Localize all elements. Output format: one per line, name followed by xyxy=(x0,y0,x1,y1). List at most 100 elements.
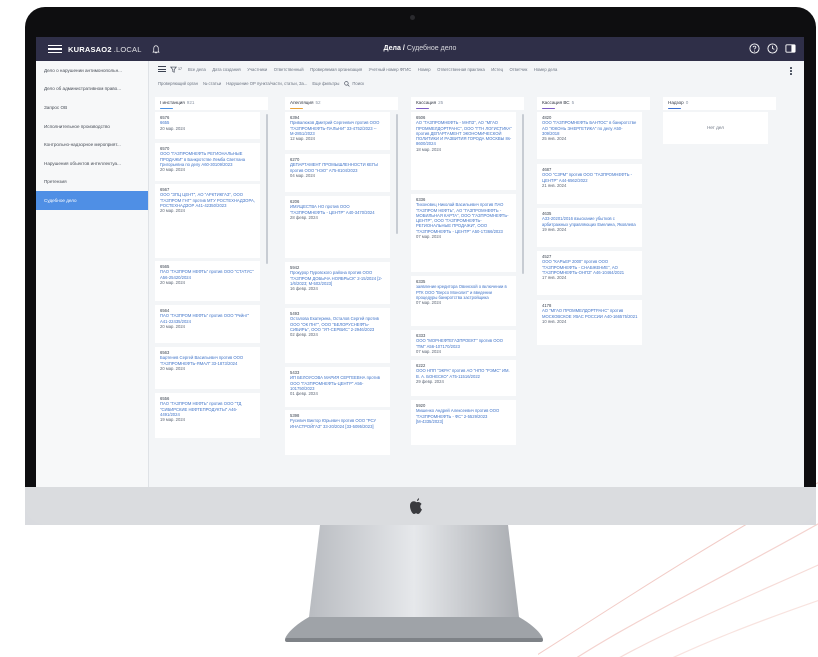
kanban-board: I инстанция 921 6576 6655 20 мар. 2024 6570 ОО… xyxy=(155,97,804,487)
filter-count: 17 xyxy=(178,67,182,71)
sidebar-item[interactable]: Дело о нарушении антимонопольн... xyxy=(36,61,148,80)
sidebar-item[interactable]: Нарушения объектов интеллектуа... xyxy=(36,154,148,173)
case-date: 07 мар. 2024 xyxy=(416,348,442,354)
breadcrumb-parent[interactable]: Дела xyxy=(384,45,401,52)
case-date: 20 мар. 2024 xyxy=(160,167,186,173)
panel-toggle-icon[interactable] xyxy=(785,43,796,54)
card-list: 6506 АО "ГАЗПРОМНЕФТЬ - МНПЗ", АО "МГАО П… xyxy=(411,112,524,487)
case-card[interactable]: 5920 Мишенко Андрей Алексеевич против ООО… xyxy=(411,400,516,445)
hamburger-menu-icon[interactable] xyxy=(48,44,62,54)
case-card[interactable]: 4687 ООО "СЗРМ" против ООО "ГАЗПРОМНЕФТЬ … xyxy=(537,164,642,204)
case-card[interactable]: 4178 АО "МГАО ПРОММЕЛДОРТРАНС" против МОС… xyxy=(537,300,642,345)
case-card[interactable]: 6335 заявление кредитора Овинской о включ… xyxy=(411,276,516,326)
case-card[interactable]: 6567 ООО "ЗПЦ ЦЕНТ", АО "АРКТИКГАЗ", ООО … xyxy=(155,184,260,258)
column-title: Кассация ВС xyxy=(542,100,570,105)
sidebar-item[interactable]: Претензия xyxy=(36,173,148,192)
case-card[interactable]: 4527 ООО "КАРЬЕР 2000" против ООО "ГАЗПРО… xyxy=(537,251,642,295)
case-title-link[interactable]: Тихоновец Николай Васильевич против ПАО … xyxy=(416,202,512,234)
filter-link[interactable]: № статьи xyxy=(203,81,221,86)
case-card[interactable]: 6556 ПАО "ГАЗПРОМ НЕФТЬ" против ООО "ТД "… xyxy=(155,393,260,438)
list-view-icon[interactable] xyxy=(158,66,166,72)
case-card[interactable]: 6270 ДЕПАРТАМЕНТ ПРОМЫШЛЕННОСТИ КЕГЫ прот… xyxy=(285,154,390,192)
column-scrollbar[interactable] xyxy=(395,114,398,234)
toolbar-column-link[interactable]: Учетный номер ФГИС xyxy=(369,67,412,72)
case-card[interactable]: 5398 Русевич Виктор Юрьевич против ООО "Р… xyxy=(285,410,390,455)
case-card[interactable]: 5433 ИП БЕЛОУСОВА МАРИЯ СЕРГЕЕВНА против … xyxy=(285,367,390,407)
case-title-link[interactable]: ПАО "ГАЗПРОМ НЕФТЬ" против ООО "СТАТУС" … xyxy=(160,269,256,280)
board-column: Надзор 0 Нет дел xyxy=(663,97,776,487)
case-title-link[interactable]: АО "МГАО ПРОММЕЛДОРТРАНС" против МОСКОВС… xyxy=(542,308,638,319)
case-card[interactable]: 6564 ПАО "ГАЗПРОМ НЕФТЬ" против ООО "Рейн… xyxy=(155,305,260,343)
case-card[interactable]: 5942 Прокурор Пуровского района против ОО… xyxy=(285,262,390,304)
search-button[interactable]: Поиск xyxy=(352,81,364,86)
case-date: 20 мар. 2024 xyxy=(160,323,186,329)
toolbar-column-link[interactable]: Истец xyxy=(491,67,503,72)
case-title-link[interactable]: ООО "МОРНЕФТЕГАЗПРОЕКТ" против ООО "ПМ" … xyxy=(416,338,512,349)
case-title-link[interactable]: ООО "ЗПЦ ЦЕНТ", АО "АРКТИКГАЗ", ООО "ГАЗ… xyxy=(160,192,256,208)
case-card[interactable]: 6333 ООО "МОРНЕФТЕГАЗПРОЕКТ" против ООО "… xyxy=(411,330,516,356)
case-title-link[interactable]: А33-20201/2016 взыскание убытков с арбит… xyxy=(542,216,638,227)
sidebar-item[interactable]: Контрольно-надзорное мероприят... xyxy=(36,135,148,154)
toolbar-column-link[interactable]: Участники xyxy=(247,67,267,72)
case-title-link[interactable]: ООО "СЗРМ" против ООО "ГАЗПРОМНЕФТЬ - ЦЕ… xyxy=(542,172,638,183)
column-header: Надзор 0 xyxy=(663,97,776,110)
case-card[interactable]: 4820 ООО "ГАЗПРОМНЕФТЬ БАНТОС" в банкротс… xyxy=(537,112,642,159)
column-scrollbar[interactable] xyxy=(521,114,524,274)
sidebar-item[interactable]: Запрос ОВ xyxy=(36,98,148,117)
search-icon[interactable] xyxy=(344,80,351,87)
case-title-link[interactable]: Бартенев Сергей Васильевич против ООО "Г… xyxy=(160,355,256,366)
case-title-link[interactable]: заявление кредитора Овинской о включении… xyxy=(416,284,512,300)
case-card[interactable]: 6506 АО "ГАЗПРОМНЕФТЬ - МНПЗ", АО "МГАО П… xyxy=(411,112,516,190)
filter-link[interactable]: Проверяющий орган xyxy=(158,81,198,86)
case-card[interactable]: 6565 ПАО "ГАЗПРОМ НЕФТЬ" против ООО "СТАТ… xyxy=(155,261,260,301)
toolbar-column-link[interactable]: Номер xyxy=(418,67,431,72)
toolbar-column-link[interactable]: Ответственный xyxy=(274,67,304,72)
case-date: 10 янв. 2024 xyxy=(542,318,567,324)
case-title-link[interactable]: Прокурор Пуровского района против ООО "Г… xyxy=(290,270,386,286)
toolbar-column-link[interactable]: Дата создания xyxy=(212,67,240,72)
case-title-link[interactable]: Мишенко Андрей Алексеевич против ООО "ГА… xyxy=(416,408,512,424)
case-card[interactable]: 6336 Тихоновец Николай Васильевич против … xyxy=(411,194,516,272)
toolbar-column-link[interactable]: Все дела xyxy=(188,67,206,72)
board-column: Кассация 25 6506 АО "ГАЗПРОМНЕФТЬ - МНПЗ", … xyxy=(411,97,524,487)
case-title-link[interactable]: Русевич Виктор Юрьевич против ООО "РСУ И… xyxy=(290,418,386,429)
help-icon[interactable] xyxy=(749,43,760,54)
filter-link[interactable]: Нарушение ОР пункта/части, статьи, За... xyxy=(226,81,307,86)
toolbar-column-link[interactable]: Проверяемая организация xyxy=(310,67,362,72)
case-title-link[interactable]: ИМУЩЕСТВА НО против ООО "ГАЗПРОМНЕФТЬ - … xyxy=(290,204,386,215)
case-title-link[interactable]: ПАО "ГАЗПРОМ НЕФТЬ" против ООО "Рейнт" А… xyxy=(160,313,256,324)
case-title-link[interactable]: ООО "ГАЗПРОМНЕФТЬ БАНТОС" в банкротстве … xyxy=(542,120,638,136)
case-card[interactable]: 6394 Привалюков Дмитрий Сергеевич против … xyxy=(285,112,390,150)
case-title-link[interactable]: Привалюков Дмитрий Сергеевич против ООО … xyxy=(290,120,386,136)
case-card[interactable]: 6222 ООО НПП "ЭКРА" против АО "НПО "РЭМС"… xyxy=(411,360,516,396)
case-title-link[interactable]: ООО НПП "ЭКРА" против АО "НПО "РЭМС" ИМ.… xyxy=(416,368,512,379)
case-card[interactable]: 6563 Бартенев Сергей Васильевич против ОО… xyxy=(155,347,260,389)
sidebar-item[interactable]: Дело об административном право... xyxy=(36,80,148,99)
filter-link[interactable]: Еще фильтры xyxy=(312,81,339,86)
sidebar-item[interactable]: Судебное дело xyxy=(36,191,148,210)
case-date: 02 февр. 2024 xyxy=(290,332,318,338)
case-title-link[interactable]: ПАО "ГАЗПРОМ НЕФТЬ" против ООО "ТД "СИБИ… xyxy=(160,401,256,417)
brand-name[interactable]: KURASAO2 .LOCAL xyxy=(68,45,142,54)
case-title-link[interactable]: ООО "ГАЗПРОМНЕФТЬ РЕГИОНАЛЬНЫЕ ПРОДАЖИ" … xyxy=(160,151,256,167)
bell-icon[interactable] xyxy=(151,44,160,54)
case-title-link[interactable]: АО "ГАЗПРОМНЕФТЬ - МНПЗ", АО "МГАО ПРОММ… xyxy=(416,120,512,146)
toolbar-column-link[interactable]: Ответчик xyxy=(509,67,527,72)
case-title-link[interactable]: ИП БЕЛОУСОВА МАРИЯ СЕРГЕЕВНА против ООО … xyxy=(290,375,386,391)
filter-icon[interactable] xyxy=(170,66,177,73)
clock-icon[interactable] xyxy=(767,43,778,54)
case-card[interactable]: 6206 ИМУЩЕСТВА НО против ООО "ГАЗПРОМНЕФТ… xyxy=(285,196,390,258)
case-card[interactable]: 6576 6655 20 мар. 2024 xyxy=(155,112,260,139)
case-title-link[interactable]: Осталова Екатерина, Осталов Сергей проти… xyxy=(290,316,386,332)
case-title-link[interactable]: ДЕПАРТАМЕНТ ПРОМЫШЛЕННОСТИ КЕГЫ против О… xyxy=(290,162,386,173)
case-card[interactable]: 5493 Осталова Екатерина, Осталов Сергей п… xyxy=(285,308,390,363)
toolbar-column-link[interactable]: Номер дела xyxy=(534,67,557,72)
case-card[interactable]: 4635 А33-20201/2016 взыскание убытков с а… xyxy=(537,208,642,247)
case-card[interactable]: 6570 ООО "ГАЗПРОМНЕФТЬ РЕГИОНАЛЬНЫЕ ПРОДА… xyxy=(155,143,260,181)
toolbar-column-link[interactable]: Ответственная практика xyxy=(437,67,485,72)
toolbar-filters: Проверяющий орган № статьи Нарушение ОР пу… xyxy=(149,77,804,90)
case-title-link[interactable]: ООО "КАРЬЕР 2000" против ООО "ГАЗПРОМНЕФ… xyxy=(542,259,638,275)
column-scrollbar[interactable] xyxy=(265,114,268,264)
sidebar-item[interactable]: Исполнительное производство xyxy=(36,117,148,136)
more-options-icon[interactable] xyxy=(790,67,792,75)
